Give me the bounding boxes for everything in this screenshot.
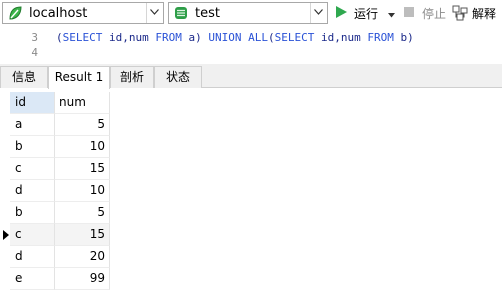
sql-text: id,num xyxy=(102,31,156,44)
chevron-down-icon[interactable] xyxy=(310,3,327,23)
cell-id[interactable]: b xyxy=(10,202,55,224)
line-number: 4 xyxy=(31,46,38,59)
cell-num[interactable]: 5 xyxy=(55,202,110,224)
cell-id[interactable]: c xyxy=(10,158,55,180)
cell-id[interactable]: d xyxy=(10,246,55,268)
cell-id[interactable]: c xyxy=(10,224,55,246)
sql-keyword: SELECT xyxy=(274,31,315,44)
result-grid[interactable]: id num a 5 b 10 c 15 d 10 b 5 c 15 d 20 e 99 xyxy=(0,92,110,295)
editor-line: 3 (SELECT id,num FROM a) UNION ALL(SELEC… xyxy=(0,31,502,46)
connection-leaf-icon xyxy=(7,5,23,21)
cell-num[interactable]: 15 xyxy=(55,224,110,246)
run-label: 运行 xyxy=(354,7,379,21)
cell-id[interactable]: a xyxy=(10,114,55,136)
row-selector[interactable] xyxy=(0,136,10,158)
column-header-num[interactable]: num xyxy=(55,92,110,114)
explain-icon xyxy=(452,5,468,24)
row-selector[interactable] xyxy=(0,180,10,202)
tab-info[interactable]: 信息 xyxy=(0,66,48,88)
chevron-down-icon[interactable] xyxy=(146,3,163,23)
database-value: test xyxy=(195,6,220,21)
sql-text: a) xyxy=(181,31,209,44)
run-button[interactable]: 运行 xyxy=(334,3,396,23)
cell-num[interactable]: 10 xyxy=(55,180,110,202)
row-selector[interactable] xyxy=(0,114,10,136)
connection-select[interactable]: localhost xyxy=(2,2,164,24)
row-selector[interactable] xyxy=(0,158,10,180)
connection-value: localhost xyxy=(29,6,88,21)
row-selector[interactable] xyxy=(0,246,10,268)
cell-id[interactable]: b xyxy=(10,136,55,158)
run-dropdown-icon[interactable] xyxy=(388,7,395,21)
cell-num[interactable]: 20 xyxy=(55,246,110,268)
result-tabs: 信息 Result 1 剖析 状态 xyxy=(0,64,502,89)
explain-button[interactable]: 解释 xyxy=(452,3,502,23)
sql-text: b) xyxy=(393,31,414,44)
toolbar: localhost test 运行 停止 解释 xyxy=(0,0,502,28)
editor-line: 4 xyxy=(0,46,502,61)
sql-keyword: UNION ALL xyxy=(208,31,268,44)
line-number: 3 xyxy=(31,31,38,44)
cell-num[interactable]: 5 xyxy=(55,114,110,136)
explain-label: 解释 xyxy=(472,7,497,21)
row-selector[interactable] xyxy=(0,202,10,224)
cell-num[interactable]: 99 xyxy=(55,268,110,290)
play-icon xyxy=(334,5,348,22)
row-selector[interactable] xyxy=(0,268,10,290)
sql-text: ( xyxy=(267,31,275,44)
cell-id[interactable]: e xyxy=(10,268,55,290)
sql-editor[interactable]: 3 (SELECT id,num FROM a) UNION ALL(SELEC… xyxy=(0,28,502,64)
tab-status[interactable]: 状态 xyxy=(154,66,202,88)
cell-id[interactable]: d xyxy=(10,180,55,202)
stop-label: 停止 xyxy=(422,7,447,21)
sql-keyword: FROM xyxy=(367,31,394,44)
stop-button[interactable]: 停止 xyxy=(402,3,448,23)
sql-text: ( xyxy=(56,31,63,44)
stop-icon xyxy=(402,5,416,22)
sql-text: id,num xyxy=(314,31,368,44)
code-text[interactable]: (SELECT id,num FROM a) UNION ALL(SELECT … xyxy=(56,31,414,44)
current-row-indicator-icon[interactable] xyxy=(0,224,10,246)
tab-result-1[interactable]: Result 1 xyxy=(48,66,110,89)
database-select[interactable]: test xyxy=(168,2,328,24)
cell-num[interactable]: 10 xyxy=(55,136,110,158)
database-icon xyxy=(173,5,189,21)
column-header-id[interactable]: id xyxy=(10,92,55,114)
cell-num[interactable]: 15 xyxy=(55,158,110,180)
sql-keyword: FROM xyxy=(155,31,182,44)
sql-keyword: SELECT xyxy=(62,31,103,44)
tab-profile[interactable]: 剖析 xyxy=(110,66,154,88)
